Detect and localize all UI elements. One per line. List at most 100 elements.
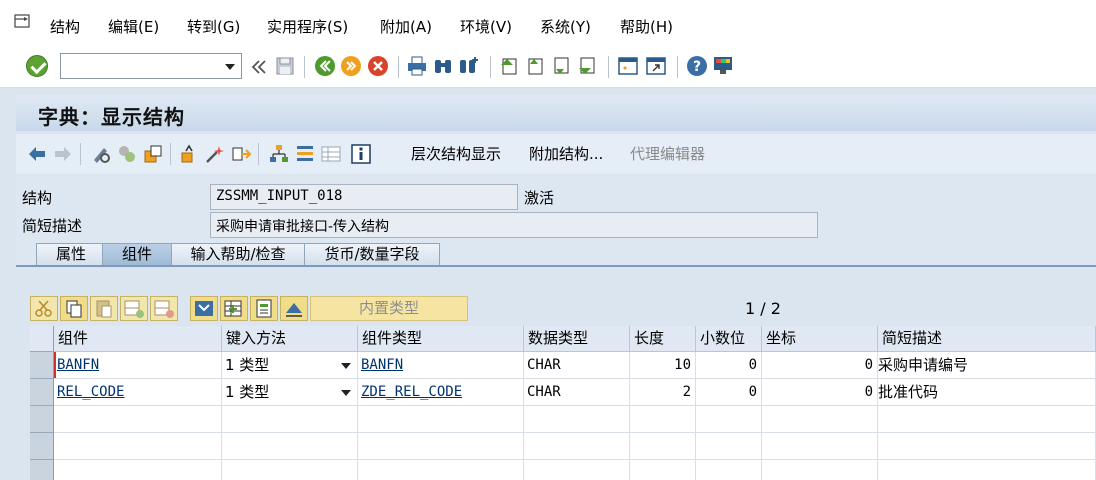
chevron-down-icon[interactable]: [225, 64, 235, 70]
column-header-short-description[interactable]: 简短描述: [878, 326, 1096, 352]
save-icon[interactable]: [274, 55, 296, 77]
check-icon[interactable]: [178, 143, 200, 165]
menu-utilities[interactable]: 实用程序(S): [267, 18, 348, 36]
double-left-chevron-icon[interactable]: [248, 56, 270, 78]
menu-system[interactable]: 系统(Y): [540, 18, 591, 36]
tab-currency-quantity-fields[interactable]: 货币/数量字段: [304, 243, 440, 266]
row-selector[interactable]: [30, 379, 54, 406]
empty-cell[interactable]: [54, 460, 222, 480]
find-icon[interactable]: [432, 55, 454, 77]
column-header-coordinate[interactable]: 坐标: [762, 326, 878, 352]
table-cell-component-type[interactable]: ZDE_REL_CODE: [358, 379, 524, 406]
table-cell-component[interactable]: BANFN: [54, 352, 222, 379]
scissors-icon: [35, 300, 52, 317]
column-header-data-type[interactable]: 数据类型: [524, 326, 630, 352]
empty-cell[interactable]: [358, 406, 524, 433]
activate-icon[interactable]: [204, 143, 226, 165]
back-icon[interactable]: [314, 55, 336, 77]
table-cell-component-type[interactable]: BANFN: [358, 352, 524, 379]
display-change-icon[interactable]: [90, 143, 112, 165]
empty-cell[interactable]: [358, 460, 524, 480]
menu-extras[interactable]: 附加(A): [380, 18, 432, 36]
empty-cell[interactable]: [54, 406, 222, 433]
empty-cell[interactable]: [358, 433, 524, 460]
previous-page-icon[interactable]: [524, 55, 546, 77]
short-description-label: 简短描述: [22, 217, 83, 235]
back-arrow-icon[interactable]: [26, 143, 48, 165]
collapse-button[interactable]: [280, 296, 308, 321]
empty-cell: [878, 433, 1096, 460]
menu-structure[interactable]: 结构: [50, 18, 80, 36]
paste-row-button[interactable]: [90, 296, 118, 321]
structure-details-button[interactable]: [250, 296, 278, 321]
table-cell-coordinate: 0: [762, 379, 878, 406]
insert-row-button[interactable]: [120, 296, 148, 321]
builtin-type-button[interactable]: 内置类型: [310, 296, 468, 321]
expand-button[interactable]: [190, 296, 218, 321]
new-session-icon[interactable]: [617, 55, 639, 77]
menu-environment[interactable]: 环境(V): [460, 18, 512, 36]
exit-icon[interactable]: [340, 55, 362, 77]
first-page-icon[interactable]: [498, 55, 520, 77]
separator: [677, 56, 678, 78]
empty-cell[interactable]: [222, 406, 358, 433]
next-page-icon[interactable]: [550, 55, 572, 77]
hierarchy-icon[interactable]: [268, 143, 290, 165]
table-cell-data-type: CHAR: [524, 379, 630, 406]
table-view-icon[interactable]: [320, 143, 342, 165]
menu-goto[interactable]: 转到(G): [187, 18, 240, 36]
chevron-down-icon[interactable]: [341, 390, 351, 396]
empty-cell: [762, 460, 878, 480]
hierarchy-display-button[interactable]: 层次结构显示: [411, 145, 501, 163]
last-page-icon[interactable]: [576, 55, 598, 77]
append-structure-button[interactable]: 附加结构...: [529, 145, 603, 163]
structure-name-field[interactable]: ZSSMM_INPUT_018: [210, 184, 518, 210]
tab-attributes[interactable]: 属性: [36, 243, 106, 266]
column-header-component[interactable]: 组件: [54, 326, 222, 352]
row-selector[interactable]: [30, 352, 54, 379]
menu-edit[interactable]: 编辑(E): [108, 18, 159, 36]
tab-components[interactable]: 组件: [102, 243, 172, 266]
system-menu-icon[interactable]: [14, 14, 30, 28]
column-header-typing-method[interactable]: 键入方法: [222, 326, 358, 352]
column-header-component-type[interactable]: 组件类型: [358, 326, 524, 352]
select-all-cell[interactable]: [30, 326, 54, 352]
copy-row-button[interactable]: [60, 296, 88, 321]
command-field[interactable]: [60, 53, 242, 79]
print-icon[interactable]: [406, 55, 428, 77]
where-used-icon[interactable]: [230, 143, 252, 165]
active-inactive-icon[interactable]: [116, 143, 138, 165]
tab-input-help-check[interactable]: 输入帮助/检查: [171, 243, 305, 266]
table-cell-component[interactable]: REL_CODE: [54, 379, 222, 406]
empty-cell: [762, 406, 878, 433]
cancel-icon[interactable]: [367, 55, 389, 77]
delete-row-button[interactable]: [150, 296, 178, 321]
technical-settings-icon[interactable]: [294, 143, 316, 165]
find-next-icon[interactable]: [458, 55, 480, 77]
empty-cell[interactable]: [54, 433, 222, 460]
help-icon[interactable]: ?: [686, 55, 708, 77]
insert-include-button[interactable]: [220, 296, 248, 321]
short-description-value: 采购申请审批接口-传入结构: [216, 219, 390, 235]
customize-layout-icon[interactable]: [712, 55, 734, 77]
forward-arrow-icon[interactable]: [52, 143, 74, 165]
table-cell-decimals: 0: [696, 352, 762, 379]
short-description-field[interactable]: 采购申请审批接口-传入结构: [210, 212, 818, 238]
enter-check-icon[interactable]: [26, 55, 48, 77]
row-selector[interactable]: [30, 406, 54, 433]
table-cell-typing-method[interactable]: 1 类型: [222, 352, 358, 379]
chevron-down-icon[interactable]: [341, 363, 351, 369]
empty-cell[interactable]: [222, 460, 358, 480]
menu-help[interactable]: 帮助(H): [620, 18, 673, 36]
row-selector[interactable]: [30, 433, 54, 460]
row-selector[interactable]: [30, 460, 54, 480]
table-cell-typing-method[interactable]: 1 类型: [222, 379, 358, 406]
shortcut-icon[interactable]: [645, 55, 667, 77]
funnel-icon: [195, 301, 213, 316]
cut-row-button[interactable]: [30, 296, 58, 321]
column-header-decimals[interactable]: 小数位: [696, 326, 762, 352]
column-header-length[interactable]: 长度: [630, 326, 696, 352]
empty-cell[interactable]: [222, 433, 358, 460]
other-object-icon[interactable]: [142, 143, 164, 165]
info-icon[interactable]: [350, 143, 372, 165]
